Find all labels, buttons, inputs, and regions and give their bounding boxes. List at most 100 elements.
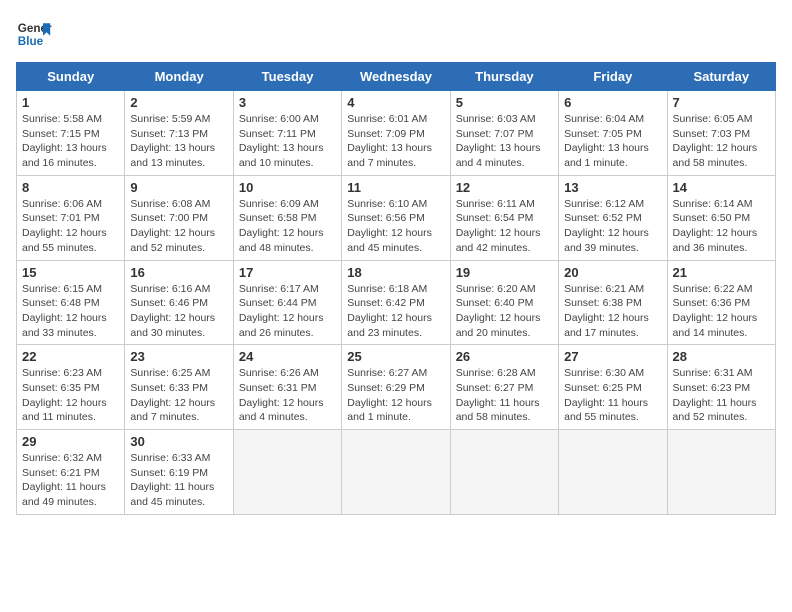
day-detail: Sunrise: 6:25 AM Sunset: 6:33 PM Dayligh…	[130, 366, 227, 425]
day-detail: Sunrise: 6:22 AM Sunset: 6:36 PM Dayligh…	[673, 282, 770, 341]
day-number: 4	[347, 95, 444, 110]
day-detail: Sunrise: 6:08 AM Sunset: 7:00 PM Dayligh…	[130, 197, 227, 256]
calendar-cell: 26 Sunrise: 6:28 AM Sunset: 6:27 PM Dayli…	[450, 345, 558, 430]
calendar-cell: 12 Sunrise: 6:11 AM Sunset: 6:54 PM Dayli…	[450, 175, 558, 260]
calendar-cell: 21 Sunrise: 6:22 AM Sunset: 6:36 PM Dayli…	[667, 260, 775, 345]
calendar-cell: 7 Sunrise: 6:05 AM Sunset: 7:03 PM Daylig…	[667, 91, 775, 176]
day-number: 12	[456, 180, 553, 195]
calendar-cell: 19 Sunrise: 6:20 AM Sunset: 6:40 PM Dayli…	[450, 260, 558, 345]
day-number: 1	[22, 95, 119, 110]
day-number: 23	[130, 349, 227, 364]
weekday-header-friday: Friday	[559, 63, 667, 91]
calendar-cell: 1 Sunrise: 5:58 AM Sunset: 7:15 PM Daylig…	[17, 91, 125, 176]
logo: General Blue	[16, 16, 52, 52]
logo-icon: General Blue	[16, 16, 52, 52]
day-number: 10	[239, 180, 336, 195]
day-number: 7	[673, 95, 770, 110]
calendar-cell: 8 Sunrise: 6:06 AM Sunset: 7:01 PM Daylig…	[17, 175, 125, 260]
weekday-header-sunday: Sunday	[17, 63, 125, 91]
day-detail: Sunrise: 6:18 AM Sunset: 6:42 PM Dayligh…	[347, 282, 444, 341]
day-detail: Sunrise: 6:32 AM Sunset: 6:21 PM Dayligh…	[22, 451, 119, 510]
calendar-cell: 4 Sunrise: 6:01 AM Sunset: 7:09 PM Daylig…	[342, 91, 450, 176]
calendar-cell: 20 Sunrise: 6:21 AM Sunset: 6:38 PM Dayli…	[559, 260, 667, 345]
day-detail: Sunrise: 6:21 AM Sunset: 6:38 PM Dayligh…	[564, 282, 661, 341]
day-detail: Sunrise: 5:59 AM Sunset: 7:13 PM Dayligh…	[130, 112, 227, 171]
day-number: 11	[347, 180, 444, 195]
day-detail: Sunrise: 6:27 AM Sunset: 6:29 PM Dayligh…	[347, 366, 444, 425]
day-detail: Sunrise: 6:10 AM Sunset: 6:56 PM Dayligh…	[347, 197, 444, 256]
calendar-cell	[559, 430, 667, 515]
calendar-cell: 13 Sunrise: 6:12 AM Sunset: 6:52 PM Dayli…	[559, 175, 667, 260]
day-detail: Sunrise: 6:06 AM Sunset: 7:01 PM Dayligh…	[22, 197, 119, 256]
weekday-header-wednesday: Wednesday	[342, 63, 450, 91]
day-number: 2	[130, 95, 227, 110]
day-detail: Sunrise: 6:23 AM Sunset: 6:35 PM Dayligh…	[22, 366, 119, 425]
calendar-cell: 22 Sunrise: 6:23 AM Sunset: 6:35 PM Dayli…	[17, 345, 125, 430]
day-number: 9	[130, 180, 227, 195]
calendar-cell	[667, 430, 775, 515]
calendar-cell: 25Sunrise: 6:27 AM Sunset: 6:29 PM Dayli…	[342, 345, 450, 430]
day-number: 13	[564, 180, 661, 195]
day-number: 3	[239, 95, 336, 110]
day-detail: Sunrise: 6:20 AM Sunset: 6:40 PM Dayligh…	[456, 282, 553, 341]
day-detail: Sunrise: 6:04 AM Sunset: 7:05 PM Dayligh…	[564, 112, 661, 171]
day-number: 28	[673, 349, 770, 364]
day-number: 30	[130, 434, 227, 449]
day-detail: Sunrise: 6:33 AM Sunset: 6:19 PM Dayligh…	[130, 451, 227, 510]
day-number: 26	[456, 349, 553, 364]
day-number: 20	[564, 265, 661, 280]
day-detail: Sunrise: 6:17 AM Sunset: 6:44 PM Dayligh…	[239, 282, 336, 341]
day-detail: Sunrise: 6:09 AM Sunset: 6:58 PM Dayligh…	[239, 197, 336, 256]
day-number: 15	[22, 265, 119, 280]
day-detail: Sunrise: 6:26 AM Sunset: 6:31 PM Dayligh…	[239, 366, 336, 425]
calendar-cell: 2 Sunrise: 5:59 AM Sunset: 7:13 PM Daylig…	[125, 91, 233, 176]
day-number: 18	[347, 265, 444, 280]
day-detail: Sunrise: 6:11 AM Sunset: 6:54 PM Dayligh…	[456, 197, 553, 256]
header: General Blue	[16, 16, 776, 52]
day-number: 16	[130, 265, 227, 280]
calendar-cell: 6 Sunrise: 6:04 AM Sunset: 7:05 PM Daylig…	[559, 91, 667, 176]
day-number: 6	[564, 95, 661, 110]
calendar-cell: 23 Sunrise: 6:25 AM Sunset: 6:33 PM Dayli…	[125, 345, 233, 430]
calendar-cell: 3 Sunrise: 6:00 AM Sunset: 7:11 PM Daylig…	[233, 91, 341, 176]
weekday-header-row: SundayMondayTuesdayWednesdayThursdayFrid…	[17, 63, 776, 91]
week-row-3: 15 Sunrise: 6:15 AM Sunset: 6:48 PM Dayli…	[17, 260, 776, 345]
day-number: 14	[673, 180, 770, 195]
weekday-header-monday: Monday	[125, 63, 233, 91]
day-number: 29	[22, 434, 119, 449]
day-number: 24	[239, 349, 336, 364]
calendar-cell	[450, 430, 558, 515]
day-number: 17	[239, 265, 336, 280]
weekday-header-thursday: Thursday	[450, 63, 558, 91]
calendar-cell	[233, 430, 341, 515]
day-detail: Sunrise: 6:16 AM Sunset: 6:46 PM Dayligh…	[130, 282, 227, 341]
calendar-cell: 14Sunrise: 6:14 AM Sunset: 6:50 PM Dayli…	[667, 175, 775, 260]
day-number: 22	[22, 349, 119, 364]
day-detail: Sunrise: 6:05 AM Sunset: 7:03 PM Dayligh…	[673, 112, 770, 171]
week-row-1: 1 Sunrise: 5:58 AM Sunset: 7:15 PM Daylig…	[17, 91, 776, 176]
day-detail: Sunrise: 6:30 AM Sunset: 6:25 PM Dayligh…	[564, 366, 661, 425]
calendar-cell: 29 Sunrise: 6:32 AM Sunset: 6:21 PM Dayli…	[17, 430, 125, 515]
week-row-4: 22 Sunrise: 6:23 AM Sunset: 6:35 PM Dayli…	[17, 345, 776, 430]
calendar-cell: 5Sunrise: 6:03 AM Sunset: 7:07 PM Daylig…	[450, 91, 558, 176]
calendar-cell: 17 Sunrise: 6:17 AM Sunset: 6:44 PM Dayli…	[233, 260, 341, 345]
day-number: 19	[456, 265, 553, 280]
weekday-header-saturday: Saturday	[667, 63, 775, 91]
calendar-cell: 18 Sunrise: 6:18 AM Sunset: 6:42 PM Dayli…	[342, 260, 450, 345]
day-detail: Sunrise: 6:28 AM Sunset: 6:27 PM Dayligh…	[456, 366, 553, 425]
day-number: 8	[22, 180, 119, 195]
calendar-cell: 10 Sunrise: 6:09 AM Sunset: 6:58 PM Dayli…	[233, 175, 341, 260]
calendar-cell: 15 Sunrise: 6:15 AM Sunset: 6:48 PM Dayli…	[17, 260, 125, 345]
day-detail: Sunrise: 6:12 AM Sunset: 6:52 PM Dayligh…	[564, 197, 661, 256]
day-detail: Sunrise: 6:00 AM Sunset: 7:11 PM Dayligh…	[239, 112, 336, 171]
calendar-cell: 27Sunrise: 6:30 AM Sunset: 6:25 PM Dayli…	[559, 345, 667, 430]
calendar-cell: 24 Sunrise: 6:26 AM Sunset: 6:31 PM Dayli…	[233, 345, 341, 430]
weekday-header-tuesday: Tuesday	[233, 63, 341, 91]
day-number: 21	[673, 265, 770, 280]
calendar-cell: 16 Sunrise: 6:16 AM Sunset: 6:46 PM Dayli…	[125, 260, 233, 345]
day-detail: Sunrise: 6:01 AM Sunset: 7:09 PM Dayligh…	[347, 112, 444, 171]
day-detail: Sunrise: 6:15 AM Sunset: 6:48 PM Dayligh…	[22, 282, 119, 341]
svg-text:Blue: Blue	[18, 35, 44, 48]
day-detail: Sunrise: 5:58 AM Sunset: 7:15 PM Dayligh…	[22, 112, 119, 171]
day-detail: Sunrise: 6:31 AM Sunset: 6:23 PM Dayligh…	[673, 366, 770, 425]
